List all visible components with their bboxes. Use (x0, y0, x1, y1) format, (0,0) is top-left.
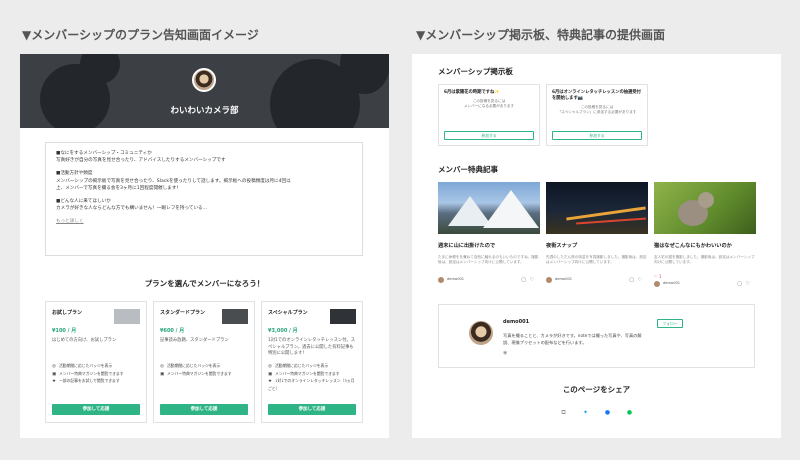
plan-announcement-panel: わいわいカメラ部 ■なにをするメンバーシップ・コミュニティか 写真好きが自分の写真… (20, 54, 389, 438)
plan-card-special: スペシャルプラン ¥3,000 / 月 1対1でのオンラインレタッチレッスン付。… (261, 301, 363, 423)
twitter-icon[interactable]: ✦ (575, 409, 597, 416)
like-icon[interactable]: ♡ (530, 277, 534, 283)
facebook-icon[interactable]: ● (597, 409, 619, 416)
plan-thumbnail (114, 309, 140, 324)
creator-name: demo001 (503, 319, 530, 325)
line-icon[interactable]: ● (619, 409, 641, 416)
badge-icon: ◎ (52, 364, 56, 369)
star-icon: ★ (52, 379, 57, 385)
article-card[interactable]: 猫はなぜこんなにもかわいいのか 友人宅の猫を撮影しました。撮影後は、設定はメンバ… (654, 182, 756, 291)
share-buttons: ⧉ ✦ ● ● (412, 409, 781, 417)
share-title: このページをシェア (562, 385, 631, 394)
join-button[interactable]: 参加する (552, 131, 642, 140)
group-name: わいわいカメラ部 (170, 106, 239, 116)
creator-card: demo001 フォロー 写真を撮ることと、カメラが好きです。noteでは撮った… (438, 304, 755, 368)
join-button[interactable]: 参加して応援 (268, 404, 356, 415)
article-card[interactable]: 夜街スナップ 先週のしただん夜の街並を写真撮影しました。撮影後は、設定はメンバー… (546, 182, 648, 287)
badge-icon: ◎ (160, 364, 164, 369)
group-avatar (192, 68, 216, 92)
header-photo: わいわいカメラ部 (20, 54, 389, 128)
plan-card-trial: お試しプラン ¥100 / 月 はじめての方向け、お試しプラン ◎ 活動期間に応じ… (45, 301, 147, 423)
article-image-cat (654, 182, 756, 234)
member-board-panel: メンバーシップ掲示板 6月は紫陽花の時期ですね✨ この投稿を見るには メンバーにな… (412, 54, 781, 438)
board-post[interactable]: 6月はオンラインレタッチレッスンの抽選受付を開始します📷 この投稿を見るには 「ス… (546, 84, 648, 146)
article-image-night-street (546, 182, 648, 234)
join-button[interactable]: 参加して応援 (160, 404, 248, 415)
follow-button[interactable]: フォロー (657, 319, 683, 328)
creator-bio: 写真を撮ることと、カメラが好きです。noteでは撮った写真や、写真の解 説、現像プ… (503, 333, 642, 345)
join-button[interactable]: 参加して応援 (52, 404, 140, 415)
like-count: ♡ 1 (654, 274, 662, 279)
read-more-link[interactable]: もっと詳しく (56, 219, 84, 224)
rss-icon[interactable]: ◉ (503, 350, 507, 356)
board-title: メンバーシップ掲示板 (438, 67, 513, 76)
plan-card-standard: スタンダードプラン ¥600 / 月 記事読み放題、スタンダードプラン ◎ 活動期… (153, 301, 255, 423)
save-icon[interactable]: ▢ (737, 281, 742, 287)
badge-icon: ◎ (268, 364, 272, 369)
board-post[interactable]: 6月は紫陽花の時期ですね✨ この投稿を見るには メンバーになる必要があります 参加… (438, 84, 540, 146)
like-icon[interactable]: ♡ (746, 281, 750, 287)
magazine-icon: ▣ (52, 371, 57, 377)
left-heading: ▼メンバーシップのプラン告知画面イメージ (22, 28, 259, 42)
author-avatar (546, 277, 552, 283)
author-avatar (438, 277, 444, 283)
article-card[interactable]: 週末に山に出掛けたので たまに休暇をを兼ねて自然に触れるのもいいものですね。撮影… (438, 182, 540, 287)
article-image-mountain (438, 182, 540, 234)
star-icon: ★ (268, 379, 273, 385)
copy-link-icon[interactable]: ⧉ (553, 409, 575, 417)
plans-title: プランを選んでメンバーになろう！ (144, 279, 265, 288)
save-icon[interactable]: ▢ (629, 277, 634, 283)
author-avatar (654, 281, 660, 287)
right-heading: ▼メンバーシップ掲示板、特典記事の提供画面 (416, 28, 665, 42)
plan-thumbnail (222, 309, 248, 324)
magazine-icon: ▣ (268, 371, 273, 377)
articles-title: メンバー特典記事 (438, 165, 498, 174)
creator-avatar (467, 319, 495, 347)
join-button[interactable]: 参加する (444, 131, 534, 140)
magazine-icon: ▣ (160, 371, 165, 377)
membership-description: ■なにをするメンバーシップ・コミュニティか 写真好きが自分の写真を見せ合ったり、ア… (45, 142, 363, 256)
like-icon[interactable]: ♡ (638, 277, 642, 283)
save-icon[interactable]: ▢ (521, 277, 526, 283)
plan-thumbnail (330, 309, 356, 324)
